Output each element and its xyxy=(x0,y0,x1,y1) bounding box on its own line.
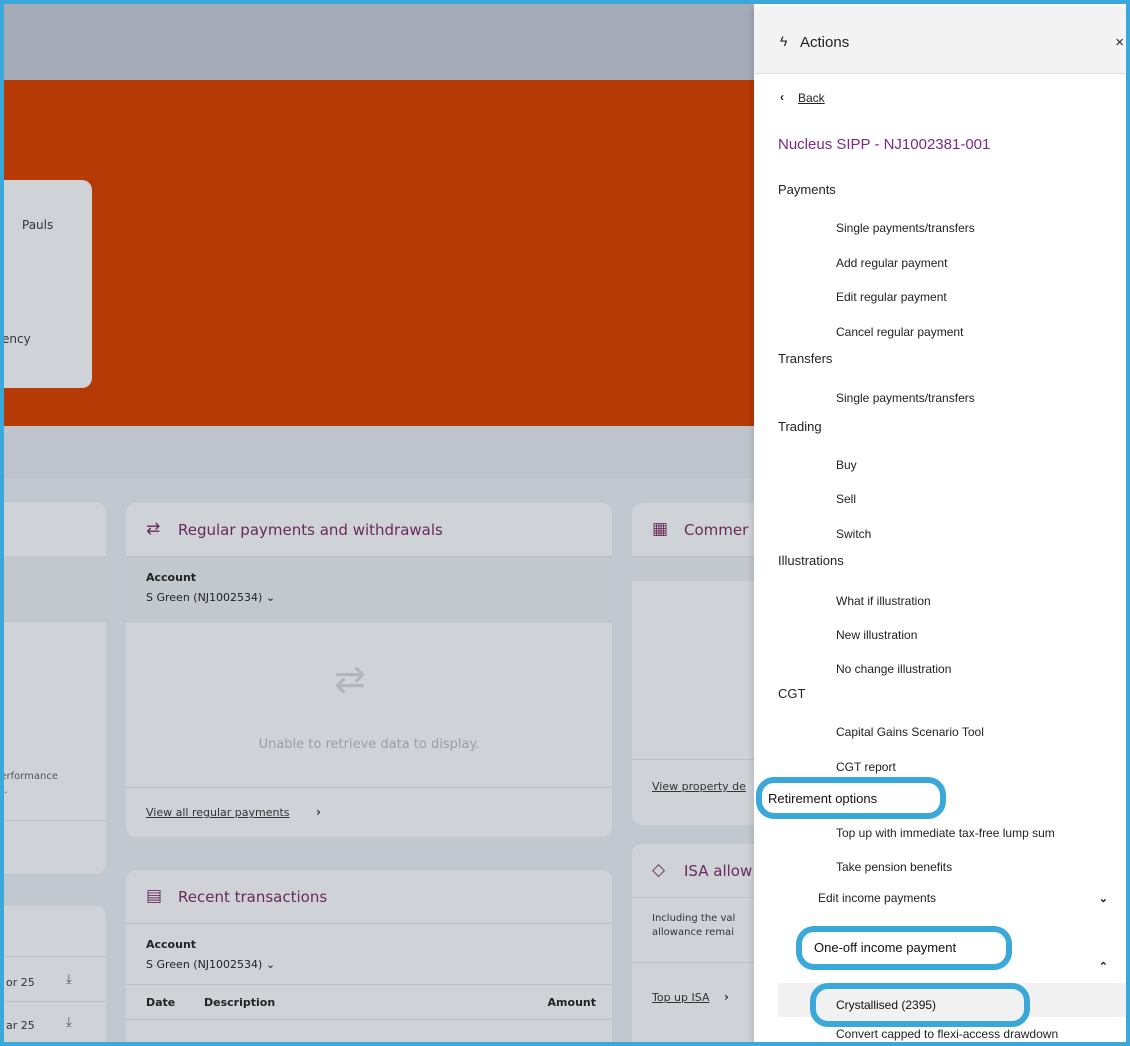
divider xyxy=(4,1001,106,1002)
action-add-regular-payment[interactable]: Add regular payment xyxy=(836,256,947,270)
card-title: Recent transactions xyxy=(178,888,328,906)
section-trading: Trading xyxy=(778,419,822,434)
left-documents-card: or 25 ⤓ ar 25 ⤓ xyxy=(4,906,106,1044)
account-dropdown[interactable]: S Green (NJ1002534) ⌄ xyxy=(146,958,275,971)
card-title: Commer xyxy=(684,521,749,539)
action-new-illustration[interactable]: New illustration xyxy=(836,628,917,642)
chevron-right-icon: › xyxy=(316,805,321,819)
action-take-pension-benefits[interactable]: Take pension benefits xyxy=(836,860,952,874)
divider xyxy=(4,956,106,957)
action-convert-capped-drawdown[interactable]: Convert capped to flexi-access drawdown xyxy=(836,1027,1058,1041)
section-transfers: Transfers xyxy=(778,351,833,366)
left-card-band xyxy=(4,556,106,622)
download-icon[interactable]: ⤓ xyxy=(66,1015,72,1030)
divider xyxy=(4,820,106,821)
client-name-fragment: Pauls xyxy=(22,218,54,232)
action-single-payments[interactable]: Single payments/transfers xyxy=(836,221,975,235)
lightning-icon: ϟ xyxy=(780,33,788,49)
action-top-up-lump-sum[interactable]: Top up with immediate tax-free lump sum xyxy=(836,826,1055,840)
panel-title: Actions xyxy=(800,34,850,51)
action-capital-gains-tool[interactable]: Capital Gains Scenario Tool xyxy=(836,725,984,739)
table-header: Date Description Amount xyxy=(126,984,612,1020)
divider xyxy=(632,962,754,963)
close-icon[interactable]: × xyxy=(1115,34,1124,51)
screenshot-frame: Pauls ency performance rn. or 25 ⤓ ar 25… xyxy=(0,0,1130,1046)
actions-panel: ϟ Actions × ‹ Back Nucleus SIPP - NJ1002… xyxy=(754,8,1126,1042)
action-edit-regular-payment[interactable]: Edit regular payment xyxy=(836,290,947,304)
action-transfers-single[interactable]: Single payments/transfers xyxy=(836,391,975,405)
section-illustrations: Illustrations xyxy=(778,553,844,568)
table-icon: ▤ xyxy=(146,886,163,906)
recent-transactions-card: ▤ Recent transactions Account S Green (N… xyxy=(126,870,612,1042)
repeat-icon: ⇄ xyxy=(146,519,161,539)
card-title: ISA allow xyxy=(684,862,753,880)
left-card: performance rn. xyxy=(4,502,106,874)
card-header: ▦ Commer xyxy=(632,503,754,557)
account-selector: Account S Green (NJ1002534) ⌄ xyxy=(126,557,612,623)
account-dropdown[interactable]: S Green (NJ1002534) ⌄ xyxy=(146,591,275,604)
client-summary-card: Pauls ency xyxy=(4,180,92,388)
top-bar xyxy=(4,4,754,80)
divider xyxy=(632,759,754,760)
card-title: Regular payments and withdrawals xyxy=(178,521,443,539)
chevron-up-icon[interactable]: ⌃ xyxy=(1099,960,1108,973)
card-header: ⇄ Regular payments and withdrawals xyxy=(126,503,612,557)
top-up-isa-link[interactable]: Top up ISA xyxy=(652,991,709,1004)
download-icon[interactable]: ⤓ xyxy=(66,972,72,987)
col-description: Description xyxy=(204,996,276,1009)
commercial-property-card: ▦ Commer View property de xyxy=(632,503,754,825)
account-label: Account xyxy=(146,938,197,951)
divider xyxy=(126,787,612,788)
crystallised-highlight: Crystallised (2395) xyxy=(810,983,1030,1027)
action-switch[interactable]: Switch xyxy=(836,527,871,541)
back-link[interactable]: Back xyxy=(798,91,825,105)
card-header: ▤ Recent transactions xyxy=(126,870,612,924)
panel-header: ϟ Actions × xyxy=(754,8,1126,74)
section-payments: Payments xyxy=(778,182,836,197)
repeat-icon: ⇄ xyxy=(334,657,366,701)
isa-text: Including the val allowance remai xyxy=(652,913,736,938)
chevron-down-icon[interactable]: ⌄ xyxy=(1099,892,1108,905)
isa-allowance-card: ◇ ISA allow Including the val allowance … xyxy=(632,844,754,1042)
background-page: Pauls ency performance rn. or 25 ⤓ ar 25… xyxy=(4,4,754,1044)
action-one-off-income-payment[interactable]: One-off income payment xyxy=(814,940,956,955)
one-off-income-highlight: One-off income payment xyxy=(796,926,1012,970)
section-retirement-options-highlight: Retirement options xyxy=(756,777,946,819)
view-property-link[interactable]: View property de xyxy=(652,780,746,793)
left-card-text: performance rn. xyxy=(4,771,59,796)
empty-state-text: Unable to retrieve data to display. xyxy=(258,737,480,752)
sub-bar xyxy=(4,426,754,478)
card-header: ◇ ISA allow xyxy=(632,844,754,898)
action-cancel-regular-payment[interactable]: Cancel regular payment xyxy=(836,325,963,339)
divider xyxy=(4,1043,106,1044)
chevron-left-icon: ‹ xyxy=(780,90,784,104)
action-no-change-illustration[interactable]: No change illustration xyxy=(836,662,951,676)
action-buy[interactable]: Buy xyxy=(836,458,857,472)
section-retirement-options: Retirement options xyxy=(768,791,878,806)
regular-payments-card: ⇄ Regular payments and withdrawals Accou… xyxy=(126,503,612,837)
card-band xyxy=(632,557,754,581)
action-cgt-report[interactable]: CGT report xyxy=(836,760,896,774)
action-what-if-illustration[interactable]: What if illustration xyxy=(836,594,931,608)
building-icon: ▦ xyxy=(652,519,669,539)
action-crystallised[interactable]: Crystallised (2395) xyxy=(836,998,936,1012)
col-amount: Amount xyxy=(547,996,596,1009)
tag-icon: ◇ xyxy=(652,860,666,880)
action-sell[interactable]: Sell xyxy=(836,492,856,506)
account-title: Nucleus SIPP - NJ1002381-001 xyxy=(778,136,991,153)
col-date: Date xyxy=(146,996,176,1009)
currency-fragment: ency xyxy=(4,332,31,346)
account-label: Account xyxy=(146,571,197,584)
view-regular-payments-link[interactable]: View all regular payments xyxy=(146,806,290,819)
row-date: ar 25 xyxy=(6,1019,35,1032)
chevron-right-icon: › xyxy=(724,990,729,1004)
hero-banner: Pauls ency xyxy=(4,80,754,426)
section-cgt: CGT xyxy=(778,686,806,701)
action-edit-income-payments[interactable]: Edit income payments xyxy=(818,891,936,905)
row-date: or 25 xyxy=(6,976,35,989)
